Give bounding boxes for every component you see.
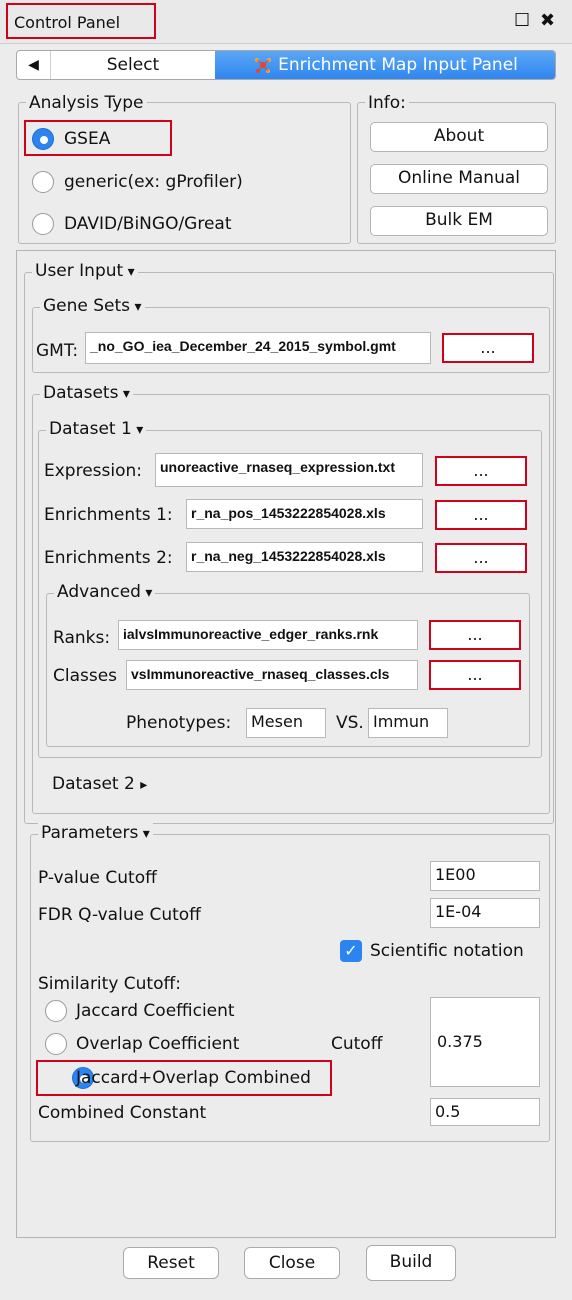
fdr-label: FDR Q-value Cutoff xyxy=(38,905,201,925)
radio-gsea[interactable] xyxy=(32,128,54,150)
gmt-label: GMT: xyxy=(36,341,79,361)
classes-label: Classes xyxy=(53,666,118,686)
gmt-browse-button[interactable]: ... xyxy=(442,333,534,363)
ranks-label: Ranks: xyxy=(53,628,111,648)
enrichments1-browse-button[interactable]: ... xyxy=(435,500,527,530)
scientific-notation-label: Scientific notation xyxy=(370,941,524,961)
parameters-legend[interactable]: Parameters xyxy=(38,823,153,844)
radio-overlap-label: Overlap Coefficient xyxy=(76,1034,240,1054)
expression-browse-button[interactable]: ... xyxy=(435,456,527,486)
dataset1-legend[interactable]: Dataset 1 xyxy=(46,419,147,440)
scientific-notation-checkbox[interactable]: ✓ xyxy=(340,940,362,962)
pvalue-input[interactable]: 1E00 xyxy=(430,861,540,891)
enrichments1-file-field[interactable]: r_na_pos_1453222854028.xls xyxy=(186,499,423,529)
reset-button[interactable]: Reset xyxy=(123,1247,219,1279)
phenotype1-field[interactable]: Mesen xyxy=(246,708,326,738)
bulk-em-button[interactable]: Bulk EM xyxy=(370,206,548,236)
tab-bar: ◀ Select Enrichment Map Input Panel xyxy=(16,50,556,80)
phenotypes-label: Phenotypes: xyxy=(126,713,232,733)
enrichments2-file-field[interactable]: r_na_neg_1453222854028.xls xyxy=(186,542,423,572)
phenotype2-field[interactable]: Immun xyxy=(368,708,448,738)
about-button[interactable]: About xyxy=(370,122,548,152)
network-icon xyxy=(255,58,272,73)
back-arrow-icon[interactable]: ◀ xyxy=(17,51,51,79)
build-button[interactable]: Build xyxy=(366,1245,456,1281)
close-icon[interactable]: ✖ xyxy=(540,11,555,31)
online-manual-button[interactable]: Online Manual xyxy=(370,164,548,194)
radio-gsea-label: GSEA xyxy=(64,129,111,149)
enrichments1-label: Enrichments 1: xyxy=(44,505,173,525)
advanced-legend[interactable]: Advanced xyxy=(54,582,156,603)
analysis-type-legend: Analysis Type xyxy=(26,93,147,113)
gmt-file-field[interactable]: _no_GO_iea_December_24_2015_symbol.gmt xyxy=(85,332,431,364)
vs-label: VS. xyxy=(336,713,364,733)
radio-jaccard[interactable] xyxy=(45,1000,67,1022)
tab-enrichment-map-label: Enrichment Map Input Panel xyxy=(278,55,518,75)
enrichments2-browse-button[interactable]: ... xyxy=(435,543,527,573)
combined-constant-input[interactable]: 0.5 xyxy=(430,1098,540,1126)
info-legend: Info: xyxy=(365,93,409,113)
expression-label: Expression: xyxy=(44,461,143,481)
radio-combined-label: Jaccard+Overlap Combined xyxy=(76,1068,311,1088)
ranks-browse-button[interactable]: ... xyxy=(429,620,521,650)
radio-jaccard-label: Jaccard Coefficient xyxy=(76,1001,235,1021)
dataset2-label: Dataset 2 xyxy=(52,774,135,794)
datasets-legend[interactable]: Datasets xyxy=(40,383,133,404)
window-title: Control Panel xyxy=(6,3,156,39)
pvalue-label: P-value Cutoff xyxy=(38,868,157,888)
title-bar: Control Panel ☐ ✖ xyxy=(0,0,572,44)
radio-david-label: DAVID/BiNGO/Great xyxy=(64,214,232,234)
classes-browse-button[interactable]: ... xyxy=(429,660,521,690)
combined-constant-label: Combined Constant xyxy=(38,1103,207,1123)
radio-generic-label: generic(ex: gProfiler) xyxy=(64,172,243,192)
enrichments2-label: Enrichments 2: xyxy=(44,548,173,568)
tab-select[interactable]: Select xyxy=(51,51,215,79)
restore-icon[interactable]: ☐ xyxy=(514,11,530,31)
radio-generic[interactable] xyxy=(32,171,54,193)
similarity-cutoff-label: Similarity Cutoff: xyxy=(38,974,181,994)
fdr-input[interactable]: 1E-04 xyxy=(430,898,540,928)
cutoff-input[interactable]: 0.375 xyxy=(430,997,540,1087)
chevron-right-icon: ▸ xyxy=(140,777,148,793)
expression-file-field[interactable]: unoreactive_rnaseq_expression.txt xyxy=(155,453,423,487)
user-input-legend[interactable]: User Input xyxy=(32,261,138,282)
ranks-file-field[interactable]: ialvsImmunoreactive_edger_ranks.rnk xyxy=(118,620,418,650)
gene-sets-legend[interactable]: Gene Sets xyxy=(40,296,145,317)
cutoff-label: Cutoff xyxy=(331,1034,383,1054)
radio-overlap[interactable] xyxy=(45,1033,67,1055)
dataset2-toggle[interactable]: Dataset 2 ▸ xyxy=(52,772,147,797)
classes-file-field[interactable]: vsImmunoreactive_rnaseq_classes.cls xyxy=(126,660,418,690)
tab-enrichment-map[interactable]: Enrichment Map Input Panel xyxy=(215,51,555,79)
close-button[interactable]: Close xyxy=(244,1247,340,1279)
radio-david[interactable] xyxy=(32,213,54,235)
